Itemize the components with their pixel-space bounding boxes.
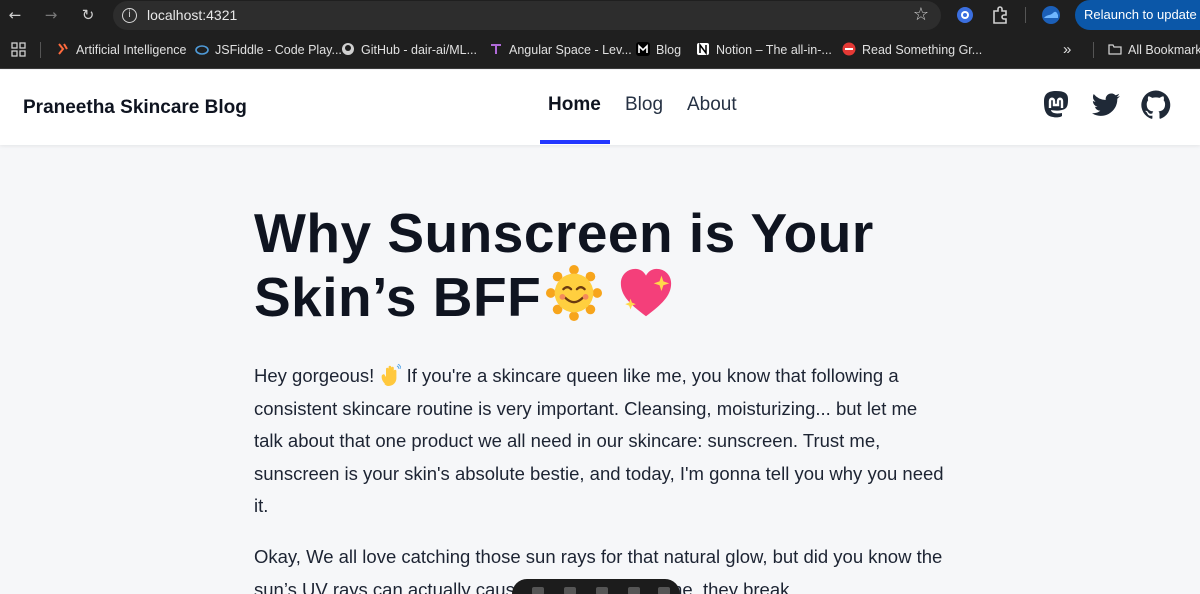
- bookmark-label: Angular Space - Lev...: [509, 43, 632, 57]
- bookmark-jsfiddle[interactable]: JSFiddle - Code Play...: [195, 41, 342, 59]
- nav-home[interactable]: Home: [548, 94, 601, 116]
- bookmark-label: JSFiddle - Code Play...: [215, 43, 342, 57]
- browser-toolbar: ← → ↻ i localhost:4321 ☆ Relaunch to upd…: [0, 0, 1200, 30]
- bookmark-notion[interactable]: Notion – The all-in-...: [696, 41, 832, 59]
- toolbar-button[interactable]: [658, 587, 670, 594]
- bookmark-label: Read Something Gr...: [862, 43, 983, 57]
- github-icon: [342, 43, 354, 55]
- intro-greeting: Hey gorgeous!: [254, 365, 375, 386]
- forward-icon[interactable]: →: [41, 5, 61, 25]
- toolbar-button[interactable]: [596, 587, 608, 594]
- angular-icon: [491, 44, 501, 54]
- ai-icon: [58, 43, 68, 55]
- all-bookmarks-button[interactable]: All Bookmarks: [1108, 41, 1200, 59]
- m-icon: [636, 42, 650, 56]
- record-icon: [842, 42, 856, 56]
- site-info-icon[interactable]: i: [122, 8, 137, 23]
- waving-hand-emoji-icon: [382, 364, 402, 386]
- bookmarks-divider: [1093, 42, 1094, 58]
- bookmark-angular-space[interactable]: Angular Space - Lev...: [489, 41, 632, 59]
- jsfiddle-icon: [195, 45, 209, 55]
- address-bar[interactable]: i localhost:4321 ☆: [113, 1, 941, 30]
- paragraph-intro: Hey gorgeous! If you're a skincare queen…: [254, 360, 944, 523]
- toolbar-button[interactable]: [532, 587, 544, 594]
- bookmarks-bar: Artificial Intelligence JSFiddle - Code …: [0, 30, 1200, 69]
- smiling-sun-emoji-icon: [546, 264, 603, 322]
- sparkling-heart-emoji-icon: [621, 268, 672, 317]
- nav-about[interactable]: About: [687, 94, 737, 116]
- toolbar-divider: [1025, 7, 1026, 23]
- bookmark-blog[interactable]: Blog: [636, 41, 681, 59]
- bookmark-label: Notion – The all-in-...: [716, 43, 832, 57]
- twitter-icon[interactable]: [1090, 89, 1122, 121]
- github-icon[interactable]: [1140, 89, 1172, 121]
- mastodon-icon[interactable]: [1040, 89, 1072, 121]
- url-text[interactable]: localhost:4321: [147, 7, 237, 23]
- profile-avatar-icon[interactable]: [1041, 5, 1061, 25]
- bookmark-label: Artificial Intelligence: [76, 43, 187, 57]
- intro-text: If you're a skincare queen like me, you …: [254, 365, 944, 516]
- relaunch-button[interactable]: Relaunch to update: [1075, 0, 1200, 30]
- title-line-2: Skin’s BFF: [254, 266, 542, 328]
- extension-circle-icon[interactable]: [955, 5, 975, 25]
- bookmark-read-something[interactable]: Read Something Gr...: [842, 41, 982, 59]
- apps-grid-icon[interactable]: [11, 42, 26, 57]
- bookmark-label: Blog: [656, 43, 682, 57]
- bookmark-github[interactable]: GitHub - dair-ai/ML...: [341, 41, 477, 59]
- nav-blog[interactable]: Blog: [625, 94, 663, 116]
- article-title: Why Sunscreen is Your Skin’s BFF: [254, 202, 944, 328]
- more-bookmarks-button[interactable]: »: [1063, 41, 1071, 59]
- bookmarks-divider: [40, 42, 41, 58]
- active-nav-indicator: [540, 140, 610, 144]
- site-header: Praneetha Skincare Blog Home Blog About: [0, 70, 1200, 145]
- reload-icon[interactable]: ↻: [78, 5, 98, 25]
- bookmark-artificial-intelligence[interactable]: Artificial Intelligence: [56, 41, 186, 59]
- title-line-1: Why Sunscreen is Your: [254, 202, 874, 264]
- toolbar-button[interactable]: [628, 587, 640, 594]
- notion-icon: [697, 42, 709, 56]
- bookmark-label: All Bookmarks: [1128, 43, 1200, 57]
- bookmark-label: GitHub - dair-ai/ML...: [361, 43, 478, 57]
- bookmark-star-icon[interactable]: ☆: [913, 4, 929, 25]
- floating-toolbar[interactable]: [512, 579, 680, 594]
- site-brand[interactable]: Praneetha Skincare Blog: [23, 97, 247, 119]
- back-icon[interactable]: ←: [5, 5, 25, 25]
- folder-icon: [1108, 44, 1122, 55]
- toolbar-button[interactable]: [564, 587, 576, 594]
- extensions-puzzle-icon[interactable]: [990, 5, 1010, 25]
